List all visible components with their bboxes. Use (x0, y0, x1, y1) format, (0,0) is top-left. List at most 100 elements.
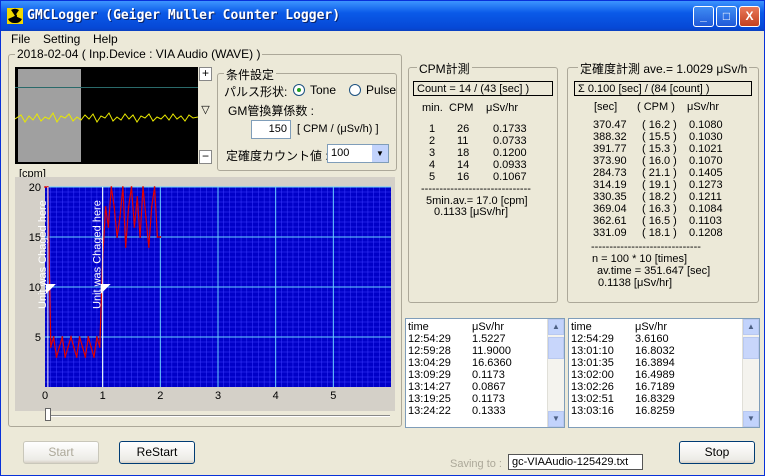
accuracy-cell: ( 15.5 ) (642, 131, 677, 143)
start-button[interactable]: Start (23, 441, 99, 464)
cpm-point (142, 186, 144, 188)
menu-setting[interactable]: Setting (43, 32, 80, 46)
cpm-cell: 0.0733 (493, 135, 527, 147)
x-tick-label: 0 (42, 390, 48, 402)
accuracy-cell: 373.90 (593, 155, 627, 167)
accuracy-cell: 0.1211 (689, 191, 722, 203)
scroll-down-icon[interactable]: ▼ (548, 411, 564, 427)
accuracy-cell: ( 18.2 ) (642, 191, 677, 203)
cpm-log-scrollbar[interactable]: ▲ ▼ (547, 319, 564, 427)
scroll-thumb[interactable] (548, 337, 564, 359)
log-header-time: time (408, 321, 429, 333)
cpm-cell: 2 (429, 135, 436, 147)
gm-factor-label: GM管換算係数 : (228, 104, 314, 118)
log-time: 13:14:27 (408, 381, 451, 393)
x-tick-label: 4 (273, 390, 279, 402)
cpm-point (136, 196, 139, 198)
x-tick-label: 5 (330, 390, 336, 402)
log-time: 13:02:26 (571, 381, 614, 393)
cpm-point (87, 336, 90, 338)
cpm-count-box: Count = 14 / (43 [sec] ) (413, 81, 553, 96)
cpm-point (124, 246, 127, 248)
maximize-button[interactable]: □ (716, 6, 737, 27)
close-button[interactable]: X (739, 6, 760, 27)
x-tick-label: 3 (215, 390, 221, 402)
title-bar[interactable]: GMCLogger (Geiger Muller Counter Logger)… (1, 1, 764, 31)
cpm-point (156, 236, 159, 238)
restart-button[interactable]: ReStart (119, 441, 195, 464)
saving-file: gc-VIAAudio-125429.txt (508, 454, 643, 470)
accuracy-cell: ( 16.3 ) (642, 203, 677, 215)
log-usv: 1.5227 (472, 333, 506, 345)
cpm-point (64, 356, 67, 358)
cpm-point (139, 236, 142, 238)
tone-radio[interactable] (293, 84, 305, 96)
pulse-radio[interactable] (349, 84, 361, 96)
log-usv: 16.8259 (635, 405, 675, 417)
cpm-point (72, 346, 75, 348)
minimize-button[interactable]: _ (693, 6, 714, 27)
cpm-point (44, 186, 46, 188)
log-header-usv: μSv/hr (635, 321, 668, 333)
x-tick-label: 2 (157, 390, 163, 402)
cpm-log-list[interactable]: time μSv/hr 12:54:29 1.5227 12:59:28 11.9000 1… (405, 318, 565, 428)
accuracy-log-scrollbar[interactable]: ▲ ▼ (742, 319, 759, 427)
accuracy-cell: 0.1273 (689, 179, 723, 191)
accuracy-cell: 391.77 (593, 143, 627, 155)
scroll-thumb[interactable] (743, 337, 759, 359)
gm-factor-unit: [ CPM / (μSv/h) ] (297, 123, 379, 135)
count-value-label: 定確度カウント値 : (226, 149, 329, 163)
zoom-in-button[interactable]: + (199, 67, 212, 81)
cpm-point (107, 226, 110, 228)
scroll-up-icon[interactable]: ▲ (548, 319, 564, 335)
log-usv: 16.7189 (635, 381, 675, 393)
cpm-point (104, 206, 107, 208)
log-time: 13:24:22 (408, 405, 451, 417)
zoom-out-button[interactable]: − (199, 150, 212, 164)
cpm-point (110, 186, 113, 188)
cpm-header-min: min. (422, 102, 443, 114)
cpm-point (90, 346, 93, 348)
cpm-header-usv: μSv/hr (486, 102, 519, 114)
cpm-point (81, 346, 84, 348)
settings-legend: 条件設定 (224, 66, 277, 83)
log-usv: 0.1173 (472, 369, 505, 381)
gm-factor-input[interactable]: 150 (251, 120, 291, 139)
accuracy-separator: ------------------------------ (591, 241, 701, 253)
count-value-select[interactable]: 100 ▼ (327, 144, 389, 163)
cpm-cell: 1 (429, 123, 436, 135)
scroll-up-icon[interactable]: ▲ (743, 319, 759, 335)
log-usv: 16.6360 (472, 357, 512, 369)
date-device-label: 2018-02-04 ( Inp.Device : VIA Audio (WAV… (15, 47, 263, 61)
accuracy-n: n = 100 * 10 [times] (592, 253, 688, 265)
chart-slider-track[interactable] (45, 415, 390, 417)
log-usv: 0.0867 (472, 381, 506, 393)
stop-button[interactable]: Stop (679, 441, 755, 464)
accuracy-cell: 0.1080 (689, 119, 723, 131)
trigger-marker-icon[interactable]: ▽ (199, 103, 212, 117)
log-time: 13:19:25 (408, 393, 451, 405)
log-time: 12:54:29 (571, 333, 614, 345)
log-time: 13:09:29 (408, 369, 451, 381)
x-tick-label: 1 (100, 390, 106, 402)
scroll-down-icon[interactable]: ▼ (743, 411, 759, 427)
accuracy-cell: 0.1030 (689, 131, 723, 143)
log-usv: 3.6160 (635, 333, 669, 345)
cpm-point (96, 336, 98, 338)
cpm-point (78, 336, 81, 338)
accuracy-usv: 0.1138 [μSv/hr] (598, 277, 673, 289)
accuracy-cell: 0.1084 (689, 203, 723, 215)
chart-svg: Unit was Chaged here Unit was Chaged here… (29, 182, 391, 402)
pulse-shape-label: パルス形状: (224, 85, 288, 99)
menu-file[interactable]: File (11, 32, 30, 46)
accuracy-log-list[interactable]: time μSv/hr 12:54:29 3.6160 13:01:10 16.8032 1… (568, 318, 760, 428)
cpm-cell: 14 (457, 159, 470, 171)
chart-slider-thumb[interactable] (45, 408, 51, 421)
saving-label: Saving to : (450, 458, 502, 470)
cpm-point (127, 206, 130, 208)
menu-bar: File Setting Help (1, 31, 764, 48)
cpm-point (93, 356, 95, 358)
accuracy-cell: 362.61 (593, 215, 627, 227)
dropdown-arrow-icon[interactable]: ▼ (372, 145, 388, 162)
menu-help[interactable]: Help (93, 32, 118, 46)
